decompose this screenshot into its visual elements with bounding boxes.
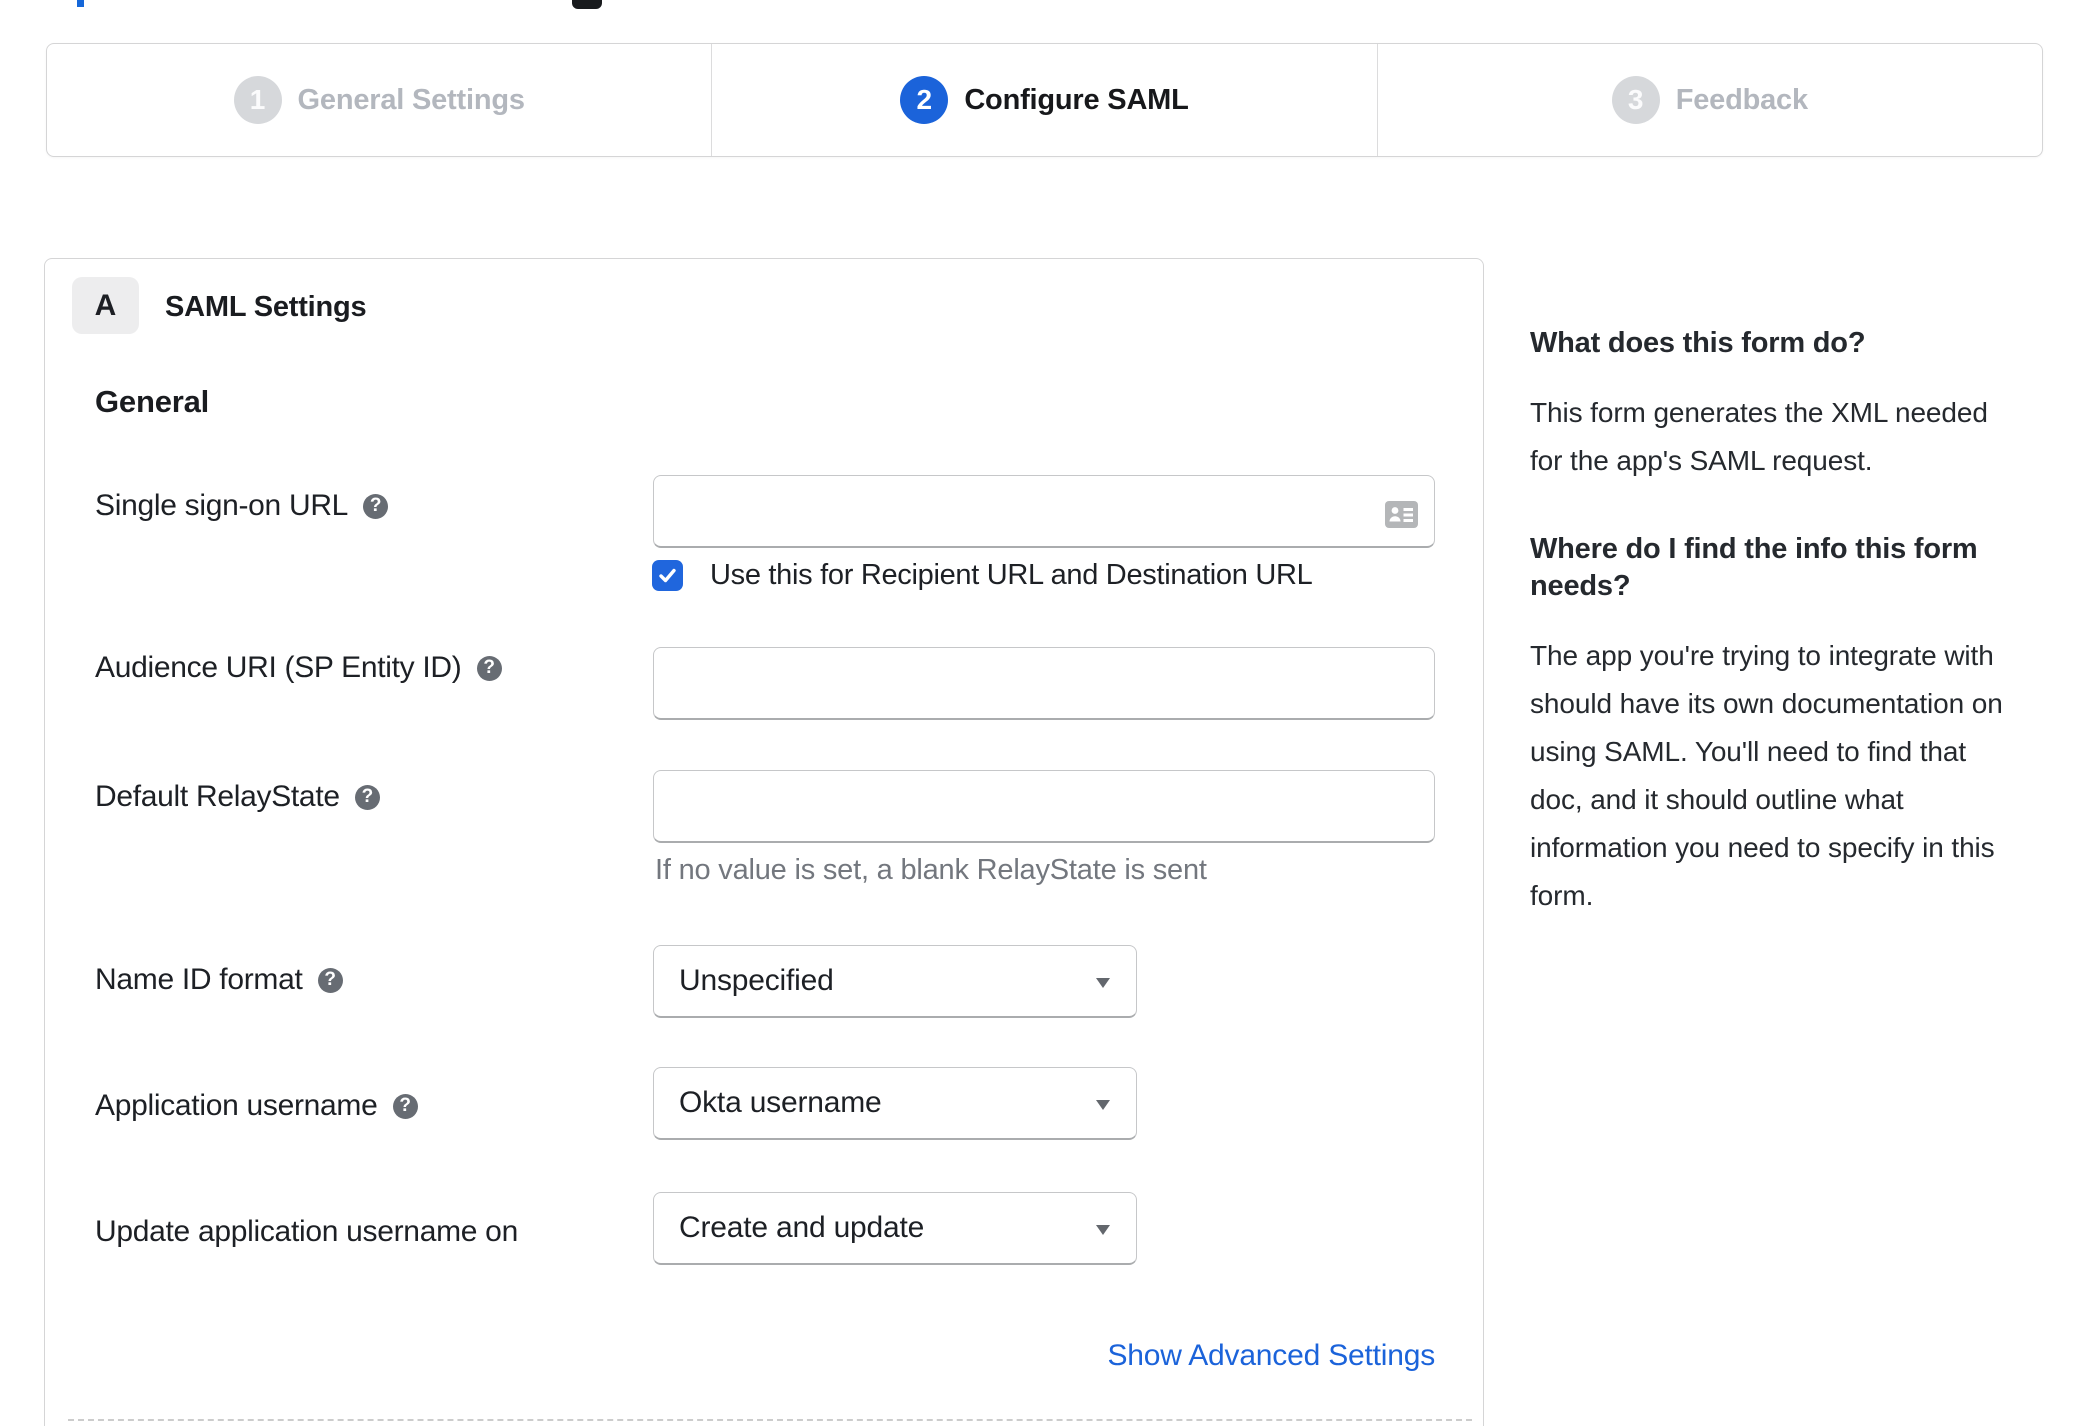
show-advanced-settings-link[interactable]: Show Advanced Settings [1108, 1339, 1436, 1373]
application-username-label-text: Application username [95, 1089, 378, 1122]
application-username-label: Application username ? [95, 1089, 418, 1123]
name-id-format-value: Unspecified [679, 964, 834, 997]
dropdown-caret-icon [1096, 978, 1110, 988]
audience-uri-label-text: Audience URI (SP Entity ID) [95, 651, 462, 684]
step-1-label: General Settings [297, 83, 525, 116]
name-id-format-label: Name ID format ? [95, 963, 343, 997]
sso-url-label-text: Single sign-on URL [95, 489, 349, 522]
step-3-circle: 3 [1611, 76, 1660, 124]
application-username-help-icon[interactable]: ? [392, 1093, 418, 1119]
step-general-settings[interactable]: 1 General Settings [47, 44, 711, 156]
relay-state-hint: If no value is set, a blank RelayState i… [655, 854, 1207, 886]
dashed-section-separator [68, 1419, 1472, 1421]
relay-state-help-icon[interactable]: ? [354, 784, 380, 810]
audience-uri-label: Audience URI (SP Entity ID) ? [95, 651, 502, 685]
application-username-dropdown[interactable]: Okta username [653, 1067, 1137, 1140]
step-3-label: Feedback [1675, 83, 1808, 116]
section-a-badge: A [72, 277, 139, 334]
sso-url-input[interactable] [653, 475, 1435, 548]
dropdown-caret-icon [1096, 1100, 1110, 1110]
wizard-stepper: 1 General Settings 2 Configure SAML 3 Fe… [46, 43, 2043, 157]
step-1-circle: 1 [233, 76, 282, 124]
contact-card-icon [1385, 501, 1418, 528]
panel-title: SAML Settings [165, 291, 367, 323]
sidebar-paragraph-2: The app you're trying to integrate with … [1530, 640, 2003, 911]
update-username-label: Update application username on [95, 1215, 518, 1249]
relay-state-input[interactable] [653, 770, 1435, 843]
sidebar-heading-2: Where do I find the info this form needs… [1530, 533, 1978, 602]
audience-uri-input[interactable] [653, 647, 1435, 720]
recipient-url-checkbox-label: Use this for Recipient URL and Destinati… [710, 559, 1313, 591]
dropdown-caret-icon [1096, 1225, 1110, 1235]
name-id-format-label-text: Name ID format [95, 963, 303, 996]
step-2-circle: 2 [900, 76, 949, 124]
general-section-heading: General [95, 384, 210, 419]
step-2-label: Configure SAML [964, 83, 1189, 116]
sso-url-help-icon[interactable]: ? [363, 493, 389, 519]
update-username-value: Create and update [679, 1211, 925, 1244]
recipient-url-checkbox[interactable] [652, 560, 683, 591]
sso-url-label: Single sign-on URL ? [95, 489, 389, 523]
name-id-format-help-icon[interactable]: ? [317, 967, 343, 993]
checkmark-icon [659, 568, 676, 583]
application-username-value: Okta username [679, 1086, 882, 1119]
update-username-dropdown[interactable]: Create and update [653, 1192, 1137, 1265]
relay-state-label: Default RelayState ? [95, 780, 380, 814]
cutoff-logo-fragment [572, 0, 602, 9]
relay-state-label-text: Default RelayState [95, 780, 340, 813]
sidebar-paragraph-1: This form generates the XML needed for t… [1530, 397, 1988, 476]
cutoff-blue-fragment [77, 0, 84, 7]
step-feedback[interactable]: 3 Feedback [1376, 44, 2042, 156]
update-username-label-text: Update application username on [95, 1215, 518, 1248]
sidebar-heading-1: What does this form do? [1530, 327, 1866, 359]
name-id-format-dropdown[interactable]: Unspecified [653, 945, 1137, 1018]
step-configure-saml[interactable]: 2 Configure SAML [711, 44, 1376, 156]
help-sidebar: What does this form do? This form genera… [1530, 325, 2046, 920]
audience-uri-help-icon[interactable]: ? [476, 655, 502, 681]
